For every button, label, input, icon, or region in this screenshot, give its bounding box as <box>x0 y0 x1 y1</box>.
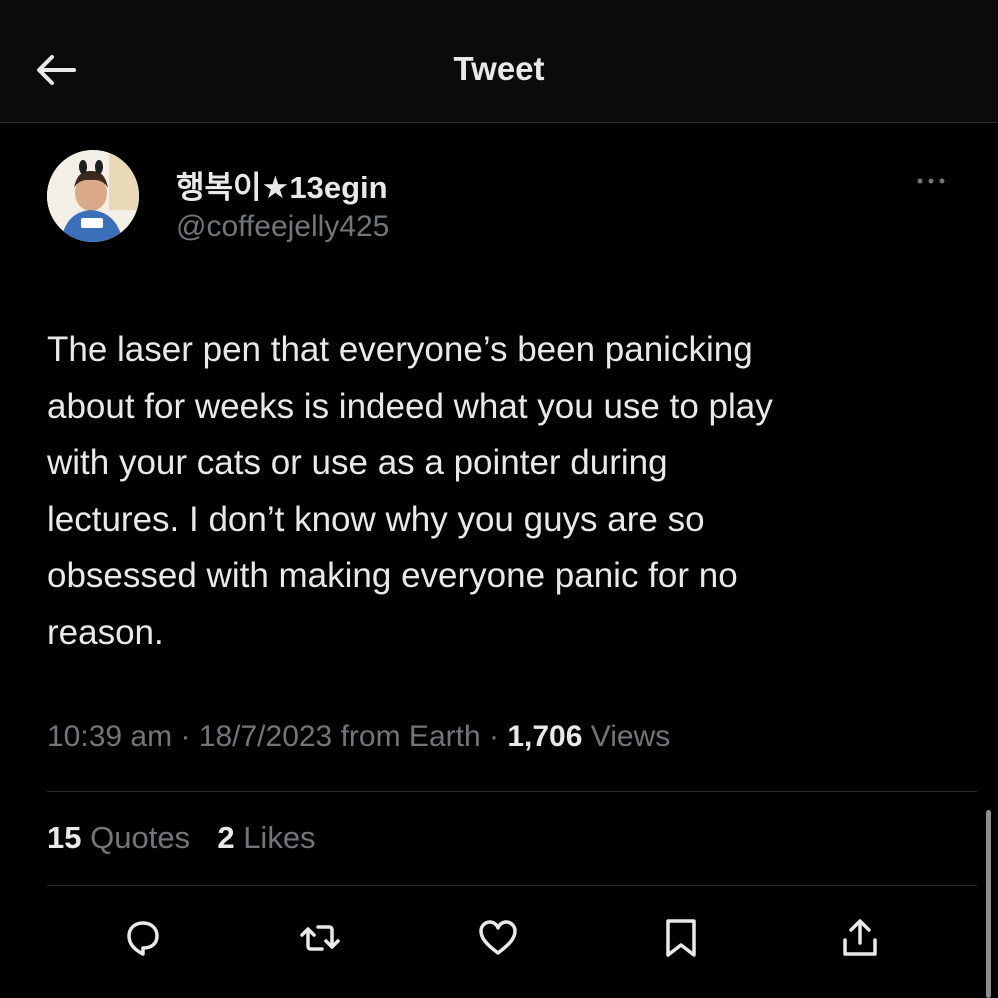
likes-count: 2 <box>217 820 235 855</box>
author-display-name[interactable]: 행복이★13egin <box>176 162 388 207</box>
views-label: Views <box>590 720 671 753</box>
tweet-time[interactable]: 10:39 am <box>47 720 172 753</box>
avatar[interactable] <box>47 150 139 242</box>
divider <box>47 885 977 886</box>
views-count: 1,706 <box>507 720 583 753</box>
more-options-button[interactable] <box>910 168 954 194</box>
page-title: Tweet <box>453 50 545 87</box>
like-button[interactable] <box>476 916 520 960</box>
quotes-stat[interactable]: 15 Quotes <box>47 820 199 855</box>
likes-label: Likes <box>243 820 316 855</box>
quotes-count: 15 <box>47 820 82 855</box>
meta-separator: · <box>180 720 191 753</box>
tweet-text: The laser pen that everyone’s been panic… <box>47 330 773 652</box>
divider <box>47 791 977 792</box>
retweet-button[interactable] <box>298 916 342 960</box>
tweet-date[interactable]: 18/7/2023 <box>199 720 332 753</box>
author-handle[interactable]: @coffeejelly425 <box>176 210 389 244</box>
engagement-stats: 15 Quotes 2 Likes <box>47 820 316 856</box>
bookmark-button[interactable] <box>659 916 703 960</box>
reply-button[interactable] <box>121 916 165 960</box>
tweet-source: from Earth <box>340 720 481 753</box>
tweet-metadata: 10:39 am · 18/7/2023 from Earth · 1,706 … <box>47 720 670 754</box>
share-button[interactable] <box>838 916 882 960</box>
like-icon <box>479 920 517 955</box>
retweet-icon <box>300 925 340 951</box>
share-icon <box>843 919 877 956</box>
bookmark-icon <box>666 919 696 957</box>
meta-separator: · <box>488 720 499 753</box>
more-horizontal-icon <box>917 178 945 184</box>
scrollbar[interactable] <box>986 810 991 998</box>
quotes-label: Quotes <box>90 820 191 855</box>
avatar-photo <box>47 150 139 242</box>
top-nav-bar: Tweet <box>0 0 998 123</box>
reply-icon <box>127 921 159 956</box>
likes-stat[interactable]: 2 Likes <box>217 820 315 855</box>
